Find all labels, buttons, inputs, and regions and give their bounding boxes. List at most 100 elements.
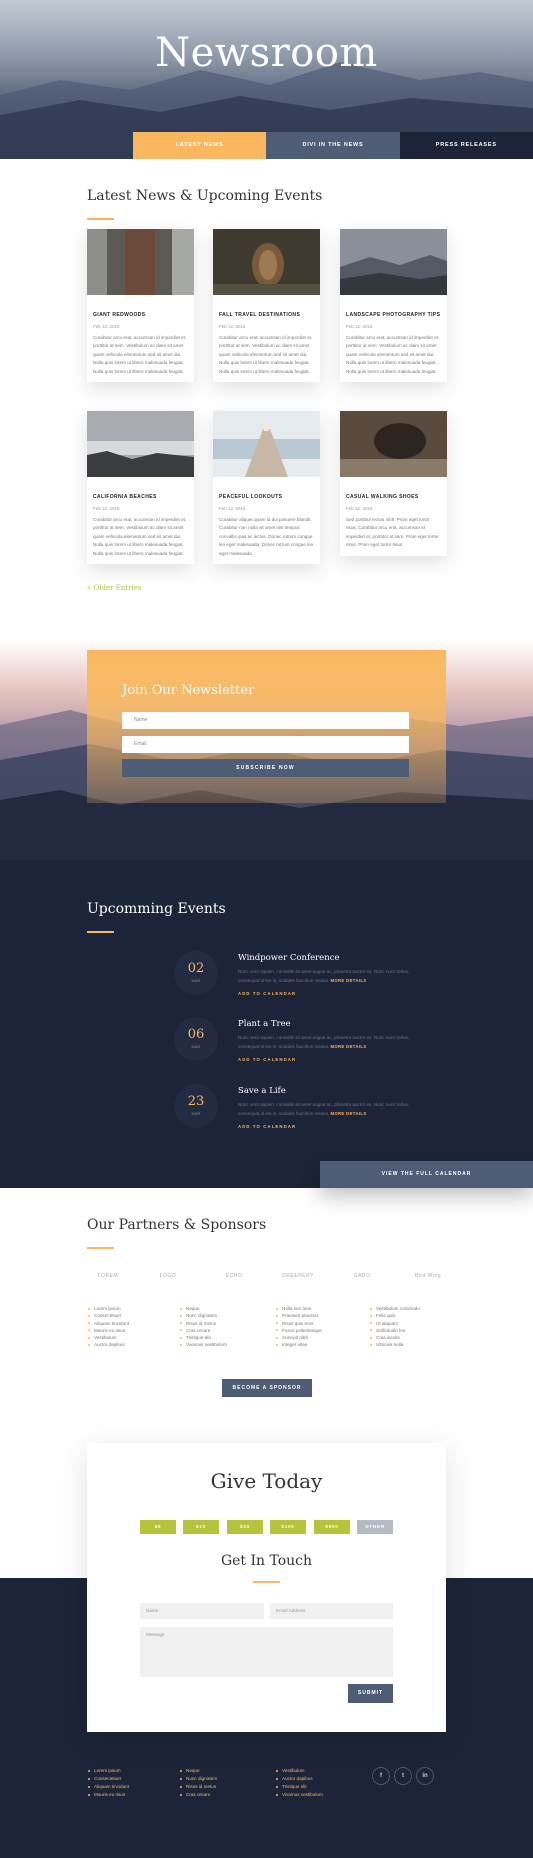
card-title[interactable]: GIANT REDWOODS bbox=[93, 312, 188, 318]
card-title[interactable]: CASUAL WALKING SHOES bbox=[346, 494, 441, 500]
partner-list: Lorem ipsum Consectetuer Aliquam tincidu… bbox=[88, 1305, 129, 1349]
page-title: Newsroom bbox=[155, 30, 378, 76]
event-description: Nunc vero sapien, convallis sit amet aug… bbox=[238, 1035, 410, 1049]
add-to-calendar-link[interactable]: ADD TO CALENDAR bbox=[238, 991, 296, 996]
news-card[interactable]: FALL TRAVEL DESTINATIONS Feb 12, 2016 Cu… bbox=[213, 229, 320, 383]
news-title-divider bbox=[87, 218, 114, 220]
news-card[interactable]: CALIFORNIA BEACHES Feb 12, 2016 Curabitu… bbox=[87, 411, 194, 565]
card-excerpt: Curabitur arcu erat, accumsan id imperdi… bbox=[219, 335, 313, 374]
news-tabs: LATEST NEWS DIVI IN THE NEWS PRESS RELEA… bbox=[133, 132, 533, 159]
list-item: Praesent placerat bbox=[276, 1312, 322, 1319]
contact-email-input[interactable]: Email Address bbox=[270, 1603, 393, 1619]
contact-message-textarea[interactable]: Message bbox=[140, 1627, 393, 1677]
footer-link[interactable]: Tristique elit bbox=[276, 1783, 323, 1791]
list-item: Aliquam tincidunt bbox=[88, 1320, 129, 1327]
partner-logo[interactable]: LOREM bbox=[90, 1269, 126, 1283]
list-item: Risus quis eros bbox=[276, 1320, 322, 1327]
partner-logo[interactable]: Bird Wing bbox=[410, 1269, 446, 1283]
pier-image[interactable] bbox=[213, 411, 320, 477]
become-sponsor-button[interactable]: BECOME A SPONSOR bbox=[222, 1379, 312, 1397]
card-title[interactable]: FALL TRAVEL DESTINATIONS bbox=[219, 312, 314, 318]
donate-amount-button[interactable]: $10 bbox=[183, 1520, 219, 1534]
card-title[interactable]: LANDSCAPE PHOTOGRAPHY TIPS bbox=[346, 312, 441, 318]
landscape-image[interactable] bbox=[340, 229, 447, 295]
list-item: Consectetuer bbox=[88, 1312, 129, 1319]
card-date: Feb 12, 2016 bbox=[219, 324, 246, 329]
facebook-icon[interactable]: f bbox=[372, 1767, 390, 1785]
tab-latest-news[interactable]: LATEST NEWS bbox=[133, 132, 267, 159]
donate-other-button[interactable]: OTHER bbox=[357, 1520, 393, 1534]
partner-logo[interactable]: GREENERY bbox=[280, 1269, 316, 1283]
add-to-calendar-link[interactable]: ADD TO CALENDAR bbox=[238, 1124, 296, 1129]
partner-list: Nulla nec ante Praesent placerat Risus q… bbox=[276, 1305, 322, 1349]
submit-button[interactable]: SUBMIT bbox=[348, 1684, 393, 1703]
events-section-title: Upcomming Events bbox=[87, 901, 226, 917]
news-card[interactable]: GIANT REDWOODS Feb 12, 2016 Curabitur ar… bbox=[87, 229, 194, 383]
redwoods-image[interactable] bbox=[87, 229, 194, 295]
footer-link[interactable]: Risus id metus bbox=[180, 1783, 217, 1791]
news-card[interactable]: CASUAL WALKING SHOES Feb 12, 2016 Sed po… bbox=[340, 411, 447, 556]
pinecone-image[interactable] bbox=[213, 229, 320, 295]
subscribe-button[interactable]: SUBSCRIBE NOW bbox=[122, 759, 409, 777]
list-item: Lorem ipsum bbox=[88, 1305, 129, 1312]
beach-image[interactable] bbox=[87, 411, 194, 477]
more-details-link[interactable]: MORE DETAILS bbox=[330, 1111, 366, 1116]
newsletter-name-input[interactable]: Name bbox=[122, 712, 409, 729]
tab-press-releases[interactable]: PRESS RELEASES bbox=[399, 132, 533, 159]
donate-amount-button[interactable]: $100 bbox=[270, 1520, 306, 1534]
event-item: 23 MAR Save a Life Nunc vero sapien, con… bbox=[174, 1084, 474, 1140]
contact-title: Get In Touch bbox=[220, 1553, 313, 1569]
tab-divi-in-the-news[interactable]: DIVI IN THE NEWS bbox=[266, 132, 400, 159]
older-entries-link[interactable]: « Older Entries bbox=[87, 584, 141, 592]
footer-link[interactable]: Vivamus vestibulum bbox=[276, 1791, 323, 1799]
hero-banner: Newsroom LATEST NEWS DIVI IN THE NEWS PR… bbox=[0, 0, 533, 159]
list-item: Vivamus vestibulum bbox=[180, 1341, 227, 1348]
partner-logo[interactable]: ECHO bbox=[216, 1269, 252, 1283]
event-item: 06 MAR Plant a Tree Nunc vero sapien, co… bbox=[174, 1017, 474, 1073]
event-title[interactable]: Save a Life bbox=[238, 1086, 286, 1096]
footer-link[interactable]: Lorem ipsum bbox=[88, 1767, 129, 1775]
more-details-link[interactable]: MORE DETAILS bbox=[330, 1044, 366, 1049]
footer-link[interactable]: Aliquam tincidunt bbox=[88, 1783, 129, 1791]
newsletter-email-input[interactable]: Email bbox=[122, 736, 409, 753]
list-item: Ut aliquam bbox=[370, 1320, 420, 1327]
event-title[interactable]: Windpower Conference bbox=[238, 953, 339, 963]
add-to-calendar-link[interactable]: ADD TO CALENDAR bbox=[238, 1057, 296, 1062]
shoes-image[interactable] bbox=[340, 411, 447, 477]
view-full-calendar-button[interactable]: VIEW THE FULL CALENDAR bbox=[320, 1161, 533, 1188]
list-item: Vestibulum bbox=[88, 1334, 129, 1341]
footer-link[interactable]: Nunc dignissim bbox=[180, 1775, 217, 1783]
donate-amount-button[interactable]: $5 bbox=[140, 1520, 176, 1534]
give-title: Give Today bbox=[210, 1469, 323, 1493]
card-title[interactable]: CALIFORNIA BEACHES bbox=[93, 494, 188, 500]
list-item: Integer vitae bbox=[276, 1341, 322, 1348]
more-details-link[interactable]: MORE DETAILS bbox=[330, 978, 366, 983]
donate-amount-button[interactable]: $500 bbox=[314, 1520, 350, 1534]
event-item: 02 MAR Windpower Conference Nunc vero sa… bbox=[174, 951, 474, 1007]
partners-title-divider bbox=[87, 1247, 114, 1249]
donate-amount-button[interactable]: $50 bbox=[227, 1520, 263, 1534]
contact-name-input[interactable]: Name bbox=[140, 1603, 264, 1619]
list-item: Risus id metus bbox=[180, 1320, 227, 1327]
list-item: Felis quis bbox=[370, 1312, 420, 1319]
twitter-icon[interactable]: t bbox=[394, 1767, 412, 1785]
event-date-badge: 23 MAR bbox=[174, 1084, 218, 1128]
footer-link[interactable]: Consectetuer bbox=[88, 1775, 129, 1783]
news-card[interactable]: LANDSCAPE PHOTOGRAPHY TIPS Feb 12, 2016 … bbox=[340, 229, 447, 383]
card-title[interactable]: PEACEFUL LOOKOUTS bbox=[219, 494, 314, 500]
list-item: Neque bbox=[180, 1305, 227, 1312]
footer-link[interactable]: Auctor dapibus bbox=[276, 1775, 323, 1783]
card-excerpt: Curabitur arcu erat, accumsan id imperdi… bbox=[93, 335, 187, 374]
partner-logo[interactable]: GABO bbox=[344, 1269, 380, 1283]
card-excerpt: Sed porttitor lectus nibh. Proin eget to… bbox=[346, 517, 439, 548]
footer-link[interactable]: Vestibulum bbox=[276, 1767, 323, 1775]
card-date: Feb 12, 2016 bbox=[93, 506, 120, 511]
footer-link[interactable]: Neque bbox=[180, 1767, 217, 1775]
partner-logo[interactable]: LOGO bbox=[150, 1269, 186, 1283]
list-item: Cras ornare bbox=[180, 1327, 227, 1334]
linkedin-icon[interactable]: in bbox=[416, 1767, 434, 1785]
footer-link[interactable]: Cras ornare bbox=[180, 1791, 217, 1799]
news-card[interactable]: PEACEFUL LOOKOUTS Feb 12, 2016 Curabitur… bbox=[213, 411, 320, 565]
event-title[interactable]: Plant a Tree bbox=[238, 1019, 291, 1029]
footer-link[interactable]: Mauris eu risus bbox=[88, 1791, 129, 1799]
